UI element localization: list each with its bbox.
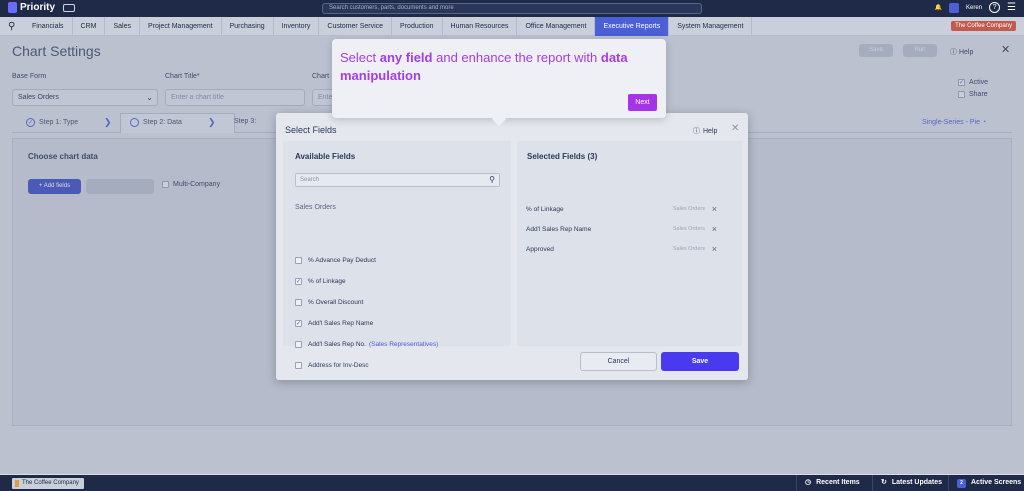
search-icon: ⚲ bbox=[489, 175, 495, 184]
refresh-icon: ↻ bbox=[881, 479, 887, 486]
remove-field-icon[interactable]: × bbox=[712, 204, 717, 214]
screens-count-badge: 2 bbox=[957, 478, 966, 488]
dialog-help-button[interactable]: ⓘ Help bbox=[693, 126, 717, 136]
checkbox-icon bbox=[295, 362, 302, 369]
field-source-label: (Sales Representatives) bbox=[368, 341, 439, 348]
checkbox-icon bbox=[295, 257, 302, 264]
selected-fields-title: Selected Fields (3) bbox=[527, 152, 598, 161]
select-fields-dialog: Select Fields ⓘ Help ✕ Available Fields S… bbox=[276, 113, 748, 380]
menu-item[interactable]: Customer Service bbox=[319, 17, 393, 36]
module-menu-bar: ⚲ Financials CRM Sales Project Management Pu… bbox=[0, 17, 1024, 36]
available-fields-title: Available Fields bbox=[295, 152, 356, 161]
checkbox-icon: ✓ bbox=[295, 320, 302, 327]
field-group-label: Sales Orders bbox=[295, 204, 336, 211]
menu-item[interactable]: Production bbox=[392, 17, 443, 36]
priority-logo[interactable]: Priority bbox=[8, 2, 55, 13]
active-screens-button[interactable]: 2 Active Screens bbox=[948, 475, 1024, 491]
latest-updates-button[interactable]: ↻ Latest Updates bbox=[872, 475, 948, 491]
hamburger-menu-icon[interactable]: ☰ bbox=[1007, 2, 1016, 13]
dialog-title: Select Fields bbox=[285, 125, 337, 135]
available-field-item[interactable]: % Advance Pay Deduct bbox=[295, 257, 376, 264]
cancel-button[interactable]: Cancel bbox=[580, 352, 657, 371]
selected-fields-panel: Selected Fields (3) % of Linkage Sales Or… bbox=[517, 141, 742, 346]
field-source: Sales Orders bbox=[672, 206, 705, 212]
checkbox-icon: ✓ bbox=[295, 278, 302, 285]
global-search-input[interactable]: Search customers, parts, documents and m… bbox=[322, 3, 702, 14]
field-label: Add'l Sales Rep No. bbox=[308, 341, 366, 348]
menu-item[interactable]: CRM bbox=[73, 17, 106, 36]
available-fields-panel: Available Fields Search ⚲ Sales Orders % … bbox=[283, 141, 511, 369]
menu-items: Financials CRM Sales Project Management Purc… bbox=[24, 17, 753, 36]
tooltip-text: Select any field and enhance the report … bbox=[340, 50, 628, 83]
checkbox-icon bbox=[295, 299, 302, 306]
save-button[interactable]: Save bbox=[661, 352, 739, 371]
fields-search-input[interactable]: Search ⚲ bbox=[295, 173, 500, 187]
field-label: % of Linkage bbox=[308, 278, 346, 285]
help-icon[interactable]: ? bbox=[989, 2, 1001, 13]
menu-item[interactable]: Office Management bbox=[517, 17, 596, 36]
remove-field-icon[interactable]: × bbox=[712, 224, 717, 234]
clock-icon: ◷ bbox=[805, 479, 812, 486]
menu-item[interactable]: Executive Reports bbox=[595, 17, 670, 36]
menu-item[interactable]: System Management bbox=[669, 17, 753, 36]
field-label: % of Linkage bbox=[526, 206, 564, 213]
remove-field-icon[interactable]: × bbox=[712, 244, 717, 254]
logo-icon bbox=[8, 2, 17, 13]
menu-item[interactable]: Sales bbox=[105, 17, 140, 36]
bottom-bar: The Coffee Company ◷ Recent Items ↻ Latest… bbox=[0, 475, 1024, 491]
field-label: Address for Inv-Desc bbox=[308, 362, 369, 369]
bell-icon[interactable]: 🔔 bbox=[935, 4, 942, 11]
available-field-item[interactable]: Add'l Sales Rep No. (Sales Representative… bbox=[295, 341, 438, 348]
available-field-item[interactable]: ✓ Add'l Sales Rep Name bbox=[295, 320, 373, 327]
field-source: Sales Orders bbox=[672, 246, 705, 252]
field-source: Sales Orders bbox=[672, 226, 705, 232]
keyboard-icon[interactable] bbox=[63, 4, 75, 12]
available-field-item[interactable]: ✓ % of Linkage bbox=[295, 278, 346, 285]
company-tag[interactable]: The Coffee Company bbox=[951, 21, 1016, 31]
avatar[interactable] bbox=[949, 2, 960, 13]
menu-item[interactable]: Inventory bbox=[274, 17, 320, 36]
recent-items-button[interactable]: ◷ Recent Items bbox=[796, 475, 872, 491]
dialog-close-icon[interactable]: ✕ bbox=[731, 123, 739, 134]
help-icon: ⓘ bbox=[693, 128, 700, 135]
checkbox-icon bbox=[295, 341, 302, 348]
top-bar: Priority Search customers, parts, docume… bbox=[0, 0, 1024, 17]
selected-field-item: Add'l Sales Rep Name Sales Orders × bbox=[526, 224, 721, 234]
menu-item[interactable]: Financials bbox=[24, 17, 73, 36]
field-label: Add'l Sales Rep Name bbox=[526, 226, 592, 233]
available-field-item[interactable]: Address for Inv-Desc bbox=[295, 362, 369, 369]
menu-item[interactable]: Human Resources bbox=[443, 17, 518, 36]
menu-item[interactable]: Project Management bbox=[140, 17, 222, 36]
field-label: Add'l Sales Rep Name bbox=[308, 320, 374, 327]
tooltip-next-button[interactable]: Next bbox=[628, 94, 657, 111]
user-name[interactable]: Keren bbox=[966, 5, 982, 11]
available-field-item[interactable]: % Overall Discount bbox=[295, 299, 363, 306]
company-switcher[interactable]: The Coffee Company bbox=[12, 478, 84, 489]
field-label: % Advance Pay Deduct bbox=[308, 257, 376, 264]
menu-item[interactable]: Purchasing bbox=[222, 17, 274, 36]
search-icon[interactable]: ⚲ bbox=[8, 21, 15, 32]
field-label: % Overall Discount bbox=[308, 299, 364, 306]
top-right-controls: 🔔 Keren ? ☰ bbox=[935, 2, 1016, 13]
field-label: Approved bbox=[526, 246, 554, 253]
onboarding-tooltip: Select any field and enhance the report … bbox=[332, 39, 666, 118]
selected-field-item: % of Linkage Sales Orders × bbox=[526, 204, 721, 214]
selected-field-item: Approved Sales Orders × bbox=[526, 244, 721, 254]
